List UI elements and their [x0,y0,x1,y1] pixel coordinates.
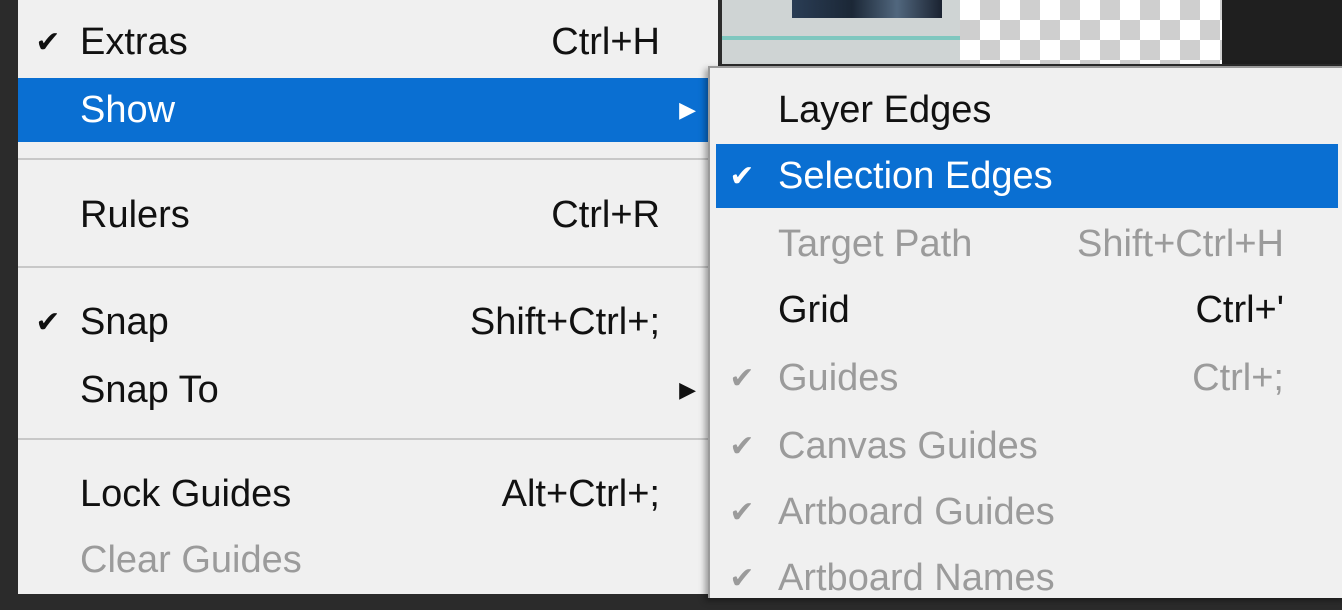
menu-item-shortcut: Ctrl+H [551,20,660,63]
checkmark-icon: ✔ [729,429,755,463]
checkmark-icon: ✔ [35,305,61,339]
menu-item-lock-guides[interactable]: Lock Guides Alt+Ctrl+; [18,462,718,526]
submenu-item-selection-edges[interactable]: ✔ Selection Edges [716,144,1338,208]
menu-item-label: Lock Guides [80,472,292,515]
checkmark-icon: ✔ [729,159,755,193]
menu-item-shortcut: Ctrl+; [1192,356,1284,399]
menu-item-label: Extras [80,20,188,63]
submenu-item-layer-edges[interactable]: Layer Edges [710,78,1342,142]
workspace-background [1222,0,1342,64]
menu-item-label: Guides [778,356,899,399]
submenu-item-target-path[interactable]: Target Path Shift+Ctrl+H [710,212,1342,276]
view-menu: ✔ Extras Ctrl+H Show ▶ Rulers Ctrl+R ✔ S… [18,0,718,594]
menu-item-rulers[interactable]: Rulers Ctrl+R [18,183,718,247]
menu-item-label: Canvas Guides [778,424,1038,467]
menu-separator [18,266,718,268]
canvas-photo [792,0,942,18]
menu-item-shortcut: Ctrl+R [551,193,660,236]
menu-separator [18,438,718,440]
checkmark-icon: ✔ [35,25,61,59]
menu-item-label: Artboard Names [778,556,1055,599]
checkmark-icon: ✔ [729,361,755,395]
menu-item-label: Show [80,88,176,131]
submenu-arrow-icon: ▶ [679,377,696,402]
menu-item-shortcut: Ctrl+' [1195,288,1284,331]
menu-item-label: Snap To [80,368,219,411]
menu-item-label: Grid [778,288,850,331]
transparency-checkerboard [960,0,1222,64]
checkmark-icon: ✔ [729,561,755,595]
canvas-teal-stripe [722,36,960,40]
submenu-item-guides[interactable]: ✔ Guides Ctrl+; [710,346,1342,410]
show-submenu: Layer Edges ✔ Selection Edges Target Pat… [708,66,1342,599]
menu-item-show[interactable]: Show ▶ [18,78,718,142]
menu-item-label: Clear Guides [80,538,302,581]
submenu-item-canvas-guides[interactable]: ✔ Canvas Guides [710,414,1342,478]
menu-item-label: Selection Edges [778,154,1053,197]
menu-item-shortcut: Shift+Ctrl+H [1077,222,1284,265]
menu-separator [18,158,718,160]
menu-item-snap-to[interactable]: Snap To ▶ [18,358,718,422]
menu-item-label: Artboard Guides [778,490,1055,533]
menu-item-shortcut: Shift+Ctrl+; [469,300,660,343]
menu-item-label: Snap [80,300,169,343]
submenu-item-grid[interactable]: Grid Ctrl+' [710,278,1342,342]
menu-item-extras[interactable]: ✔ Extras Ctrl+H [18,10,718,74]
submenu-item-artboard-guides[interactable]: ✔ Artboard Guides [710,480,1342,544]
menu-item-clear-guides[interactable]: Clear Guides [18,528,718,592]
menu-item-snap[interactable]: ✔ Snap Shift+Ctrl+; [18,290,718,354]
document-canvas-strip [722,0,1342,64]
menu-item-label: Rulers [80,193,190,236]
checkmark-icon: ✔ [729,495,755,529]
menu-item-shortcut: Alt+Ctrl+; [501,472,660,515]
menu-item-label: Layer Edges [778,88,992,131]
submenu-item-artboard-names[interactable]: ✔ Artboard Names [710,546,1342,610]
menu-item-label: Target Path [778,222,973,265]
submenu-arrow-icon: ▶ [679,97,696,122]
canvas-image [722,0,960,64]
